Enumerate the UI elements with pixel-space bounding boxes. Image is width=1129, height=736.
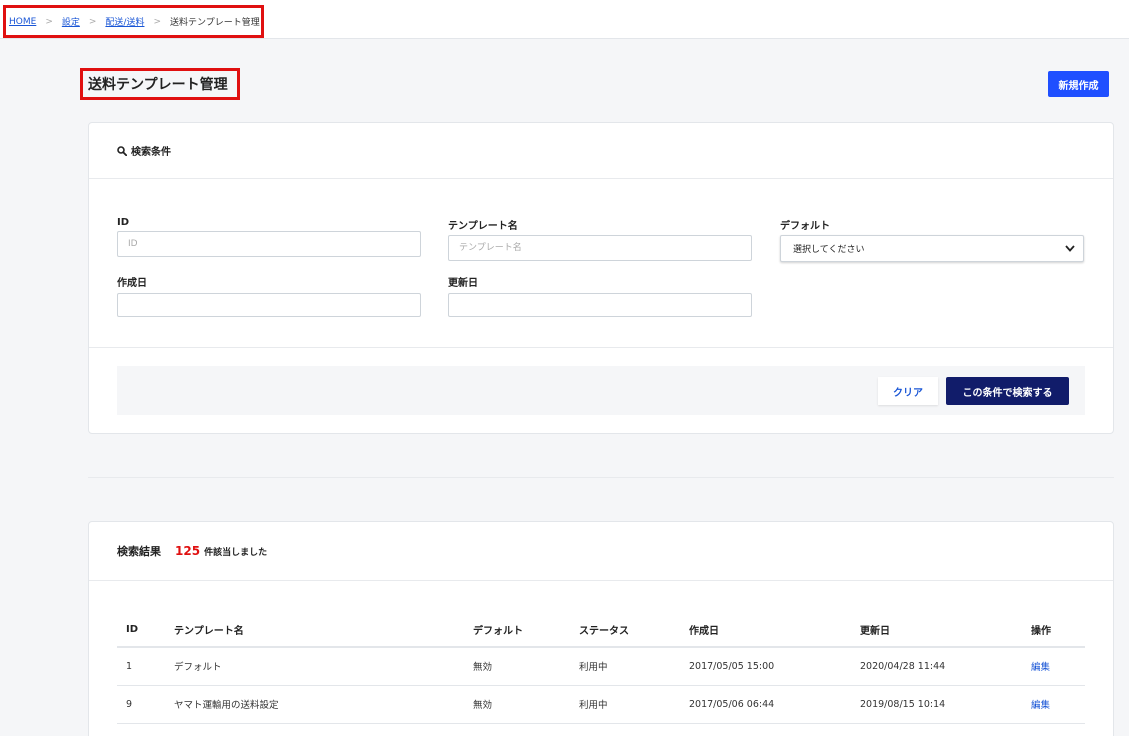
cell-updated: 2020/04/28 11:44	[851, 647, 1022, 686]
search-panel-divider	[89, 347, 1113, 348]
cell-id: 9	[117, 685, 165, 724]
updated-date-input[interactable]	[448, 293, 752, 317]
breadcrumb-separator: >	[88, 16, 97, 27]
cell-created: 2017/05/05 15:00	[680, 647, 851, 686]
cell-template-name: ヤマト運輸用の送料設定	[165, 685, 464, 724]
results-table: ID テンプレート名 デフォルト ステータス 作成日 更新日 操作 1 デフォル…	[117, 613, 1085, 724]
column-header-default[interactable]: デフォルト	[464, 613, 570, 648]
chevron-down-icon	[1065, 245, 1075, 252]
template-name-input[interactable]	[448, 235, 752, 261]
template-name-field-group: テンプレート名	[448, 217, 752, 261]
column-header-id[interactable]: ID	[117, 613, 165, 648]
id-field-group: ID	[117, 217, 421, 257]
column-header-updated[interactable]: 更新日	[851, 613, 1022, 648]
search-submit-button[interactable]: この条件で検索する	[946, 377, 1069, 405]
cell-status: 利用中	[570, 685, 680, 724]
table-header-row: ID テンプレート名 デフォルト ステータス 作成日 更新日 操作	[117, 613, 1085, 648]
results-header: 検索結果 125 件該当しました	[89, 522, 1113, 581]
updated-field-group: 更新日	[448, 274, 752, 317]
results-panel: 検索結果 125 件該当しました ID テンプレート名 デフォルト ステータス …	[88, 521, 1114, 736]
cell-id: 1	[117, 647, 165, 686]
results-count-suffix: 件該当しました	[204, 547, 268, 558]
template-name-label: テンプレート名	[448, 221, 518, 232]
cell-default: 無効	[464, 685, 570, 724]
breadcrumb-shipping-link[interactable]: 配送/送料	[105, 15, 144, 28]
results-count: 125	[175, 544, 201, 558]
search-panel-header: 検索条件	[89, 123, 1113, 179]
default-field-group: デフォルト 選択してください	[780, 217, 1084, 262]
new-template-button[interactable]: 新規作成	[1048, 71, 1109, 97]
edit-link[interactable]: 編集	[1022, 647, 1085, 686]
cell-created: 2017/05/06 06:44	[680, 685, 851, 724]
page-title: 送料テンプレート管理	[88, 77, 228, 93]
edit-link[interactable]: 編集	[1022, 685, 1085, 724]
cell-status: 利用中	[570, 647, 680, 686]
column-header-template-name[interactable]: テンプレート名	[165, 613, 464, 648]
breadcrumb-separator: >	[153, 16, 162, 27]
id-label: ID	[117, 217, 130, 228]
column-header-actions: 操作	[1022, 613, 1085, 648]
breadcrumb-current: 送料テンプレート管理	[170, 18, 260, 28]
column-header-status[interactable]: ステータス	[570, 613, 680, 648]
results-label: 検索結果	[117, 545, 161, 558]
id-input[interactable]	[117, 231, 421, 257]
breadcrumb-settings-link[interactable]: 設定	[62, 15, 80, 28]
created-label: 作成日	[117, 278, 147, 289]
created-date-input[interactable]	[117, 293, 421, 317]
cell-template-name: デフォルト	[165, 647, 464, 686]
search-action-bar: クリア この条件で検索する	[117, 366, 1085, 415]
breadcrumb-separator: >	[45, 16, 53, 27]
default-select-value: 選択してください	[793, 245, 865, 255]
default-label: デフォルト	[780, 221, 830, 232]
clear-button[interactable]: クリア	[878, 377, 938, 405]
table-row: 1 デフォルト 無効 利用中 2017/05/05 15:00 2020/04/…	[117, 647, 1085, 686]
search-panel-title: 検索条件	[131, 147, 171, 158]
table-row: 9 ヤマト運輸用の送料設定 無効 利用中 2017/05/06 06:44 20…	[117, 685, 1085, 724]
page-title-box: 送料テンプレート管理	[80, 68, 240, 100]
cell-updated: 2019/08/15 10:14	[851, 685, 1022, 724]
search-panel: 検索条件 ID テンプレート名 デフォルト 選択してください 作成日 更新日 ク…	[88, 122, 1114, 434]
breadcrumb-home-link[interactable]: HOME	[9, 17, 36, 27]
breadcrumb: HOME > 設定 > 配送/送料 > 送料テンプレート管理	[3, 5, 264, 38]
column-header-created[interactable]: 作成日	[680, 613, 851, 648]
updated-label: 更新日	[448, 278, 478, 289]
search-icon	[117, 145, 127, 156]
section-divider	[88, 477, 1114, 478]
default-select[interactable]: 選択してください	[780, 235, 1084, 262]
cell-default: 無効	[464, 647, 570, 686]
created-field-group: 作成日	[117, 274, 421, 317]
